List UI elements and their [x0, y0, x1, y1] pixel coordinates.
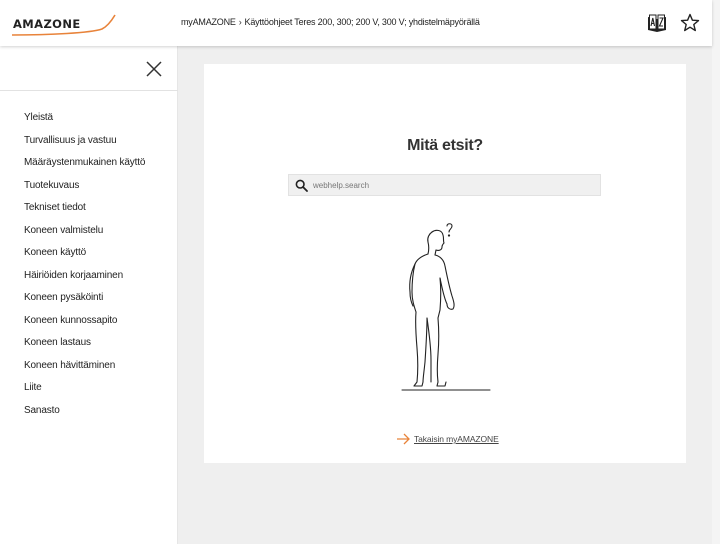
sidebar-item-yleista[interactable]: Yleistä — [24, 112, 145, 135]
dictionary-button[interactable] — [646, 13, 668, 33]
sidebar-divider — [0, 90, 178, 91]
sidebar-item-kaytto[interactable]: Koneen käyttö — [24, 247, 145, 270]
sidebar-item-valmistelu[interactable]: Koneen valmistelu — [24, 225, 145, 248]
back-link-label: Takaisin myAMAZONE — [414, 434, 499, 444]
breadcrumb-separator: › — [238, 17, 242, 27]
sidebar-item-havittaminen[interactable]: Koneen hävittäminen — [24, 360, 145, 383]
sidebar-item-sanasto[interactable]: Sanasto — [24, 405, 145, 428]
sidebar-nav: Yleistä Turvallisuus ja vastuu Määräyste… — [24, 112, 145, 427]
search-panel: Mitä etsit? webhelp.search Takaisin myAM… — [204, 64, 686, 463]
sidebar-item-hairiot[interactable]: Häiriöiden korjaaminen — [24, 270, 145, 293]
thinking-man-illustration — [401, 223, 491, 391]
top-header: AMAZONE myAMAZONE › Käyttöohjeet Teres 200… — [0, 0, 712, 46]
sidebar-item-pysakointi[interactable]: Koneen pysäköinti — [24, 292, 145, 315]
sidebar-item-liite[interactable]: Liite — [24, 382, 145, 405]
logo-text: AMAZONE — [13, 17, 81, 31]
sidebar-item-kunnossapito[interactable]: Koneen kunnossapito — [24, 315, 145, 338]
sidebar-item-turvallisuus[interactable]: Turvallisuus ja vastuu — [24, 135, 145, 158]
dictionary-book-icon — [648, 14, 666, 32]
sidebar-item-maaraystenmukainen[interactable]: Määräystenmukainen käyttö — [24, 157, 145, 180]
star-icon — [680, 13, 700, 32]
sidebar: Yleistä Turvallisuus ja vastuu Määräyste… — [0, 46, 178, 544]
search-icon — [295, 179, 308, 192]
search-input[interactable] — [313, 177, 597, 194]
sidebar-item-tekniset-tiedot[interactable]: Tekniset tiedot — [24, 202, 145, 225]
breadcrumb-current: Käyttöohjeet Teres 200, 300; 200 V, 300 … — [244, 17, 480, 27]
sidebar-item-tuotekuvaus[interactable]: Tuotekuvaus — [24, 180, 145, 203]
arrow-right-icon — [397, 433, 410, 445]
close-sidebar-button[interactable] — [145, 60, 163, 78]
breadcrumb-home[interactable]: myAMAZONE — [181, 17, 236, 27]
favorites-button[interactable] — [679, 13, 701, 33]
breadcrumb: myAMAZONE › Käyttöohjeet Teres 200, 300; 2… — [181, 17, 480, 27]
page-scrollbar[interactable] — [712, 0, 720, 544]
page-title: Mitä etsit? — [407, 137, 483, 154]
search-box[interactable] — [288, 174, 601, 196]
sidebar-item-lastaus[interactable]: Koneen lastaus — [24, 337, 145, 360]
amazone-logo[interactable]: AMAZONE — [10, 13, 118, 37]
close-icon — [146, 61, 162, 77]
